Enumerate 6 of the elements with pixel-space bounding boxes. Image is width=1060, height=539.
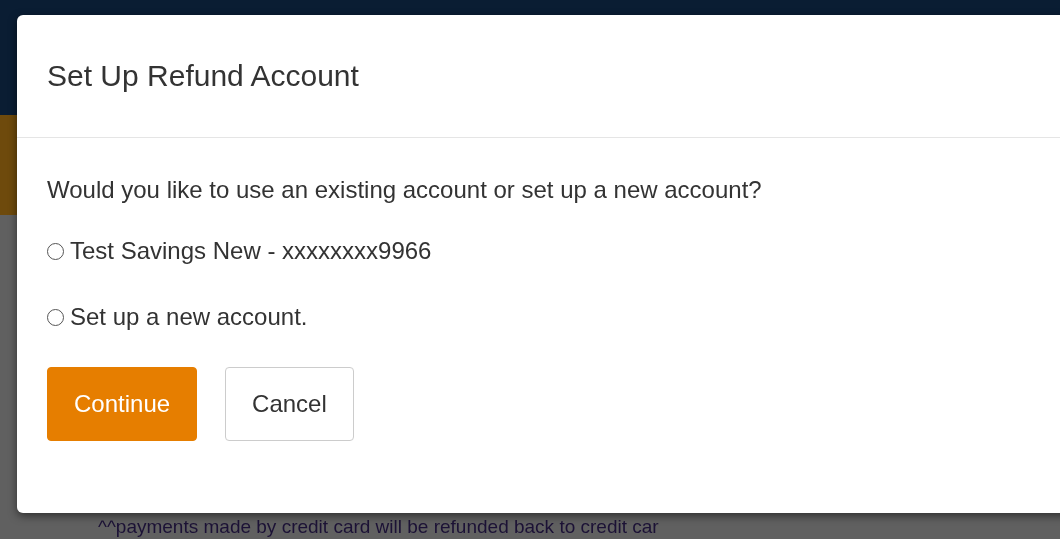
refund-note: ^^payments made by credit card will be refunded back to credit car bbox=[98, 516, 659, 539]
question-text: Would you like to use an existing account or set up a new account? bbox=[47, 176, 762, 204]
dialog-title: Set Up Refund Account bbox=[47, 59, 359, 93]
cancel-button[interactable]: Cancel bbox=[225, 367, 354, 441]
radio-option[interactable]: Set up a new account. bbox=[47, 303, 308, 331]
radio-option[interactable]: Test Savings New - xxxxxxxx9966 bbox=[47, 237, 432, 265]
